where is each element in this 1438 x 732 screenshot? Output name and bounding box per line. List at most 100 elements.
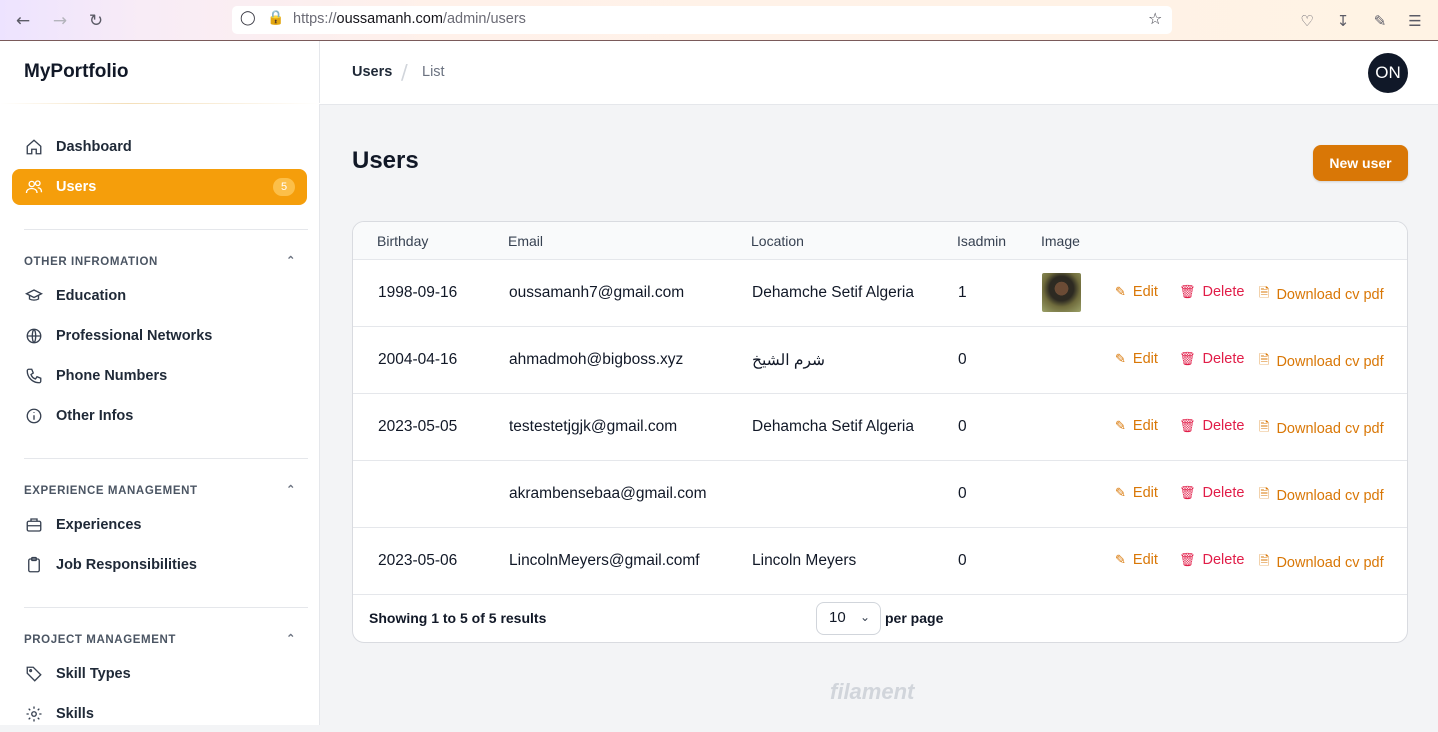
reload-icon[interactable]: ↻: [85, 10, 107, 32]
chevron-up-icon[interactable]: ⌃: [286, 632, 296, 645]
lock-icon[interactable]: 🔒: [267, 10, 284, 26]
sidebar-item-education[interactable]: Education: [12, 278, 307, 314]
edit-button[interactable]: ✎ Edit: [1115, 552, 1158, 568]
chevron-up-icon[interactable]: ⌃: [286, 483, 296, 496]
delete-button[interactable]: 🗑 Delete: [1179, 284, 1244, 300]
edit-button[interactable]: ✎ Edit: [1115, 284, 1158, 300]
column-header-birthday[interactable]: Birthday: [377, 233, 428, 249]
sidebar-item-dashboard[interactable]: Dashboard: [12, 129, 307, 165]
download-cv-button[interactable]: 🗎 Download cv pdf: [1259, 284, 1384, 306]
action-label: Download cv pdf: [1276, 287, 1384, 303]
chevron-up-icon[interactable]: ⌃: [286, 254, 296, 267]
sidebar-item-skill-types[interactable]: Skill Types: [12, 656, 307, 692]
divider: [24, 607, 308, 608]
download-icon[interactable]: ↧: [1332, 10, 1354, 32]
sidebar-item-label: Dashboard: [56, 139, 132, 155]
breadcrumb-users[interactable]: Users: [352, 64, 392, 80]
document-download-icon: 🗎: [1259, 419, 1270, 434]
cell-location: Dehamcha Setif Algeria: [752, 418, 914, 435]
tag-icon: [24, 664, 44, 684]
edit-button[interactable]: ✎ Edit: [1115, 351, 1158, 367]
pencil-icon: ✎: [1115, 284, 1126, 299]
cell-email: akrambensebaa@gmail.com: [509, 485, 707, 502]
footer-brand: filament: [830, 679, 915, 704]
group-header-project-management[interactable]: PROJECT MANAGEMENT ⌃: [24, 632, 296, 646]
action-label: Delete: [1202, 552, 1245, 568]
sidebar-item-other-infos[interactable]: Other Infos: [12, 398, 307, 434]
cell-birthday: 1998-09-16: [378, 284, 458, 301]
brand-logo[interactable]: MyPortfolio: [24, 61, 129, 83]
cell-birthday: 2023-05-06: [378, 552, 458, 569]
cell-email: testestetjgjk@gmail.com: [509, 418, 678, 435]
cell-email: oussamanh7@gmail.com: [509, 284, 685, 301]
trash-icon: 🗑: [1179, 418, 1196, 433]
table-header: Birthday Email Location Isadmin Image: [353, 222, 1407, 260]
download-cv-button[interactable]: 🗎 Download cv pdf: [1259, 418, 1384, 440]
divider: [24, 229, 308, 230]
delete-button[interactable]: 🗑 Delete: [1179, 485, 1244, 501]
action-label: Edit: [1132, 284, 1158, 300]
delete-button[interactable]: 🗑 Delete: [1179, 351, 1244, 367]
delete-button[interactable]: 🗑 Delete: [1179, 552, 1244, 568]
shield-icon[interactable]: ◯: [240, 10, 256, 26]
action-label: Edit: [1132, 351, 1158, 367]
brand-divider: [0, 103, 320, 104]
sidebar-item-users[interactable]: Users 5: [12, 169, 307, 205]
users-icon: [24, 177, 44, 197]
globe-icon: [24, 326, 44, 346]
home-icon: [24, 137, 44, 157]
cell-location: شرم الشيخ: [752, 352, 825, 369]
table-row[interactable]: 1998-09-16 oussamanh7@gmail.com Dehamche…: [353, 260, 1407, 327]
column-header-location[interactable]: Location: [751, 233, 804, 249]
table-row[interactable]: 2023-05-06 LincolnMeyers@gmail.comf Linc…: [353, 528, 1407, 595]
delete-button[interactable]: 🗑 Delete: [1179, 418, 1244, 434]
table-row[interactable]: 2004-04-16 ahmadmoh@bigboss.xyz شرم الشي…: [353, 327, 1407, 394]
page-title: Users: [352, 147, 419, 174]
sidebar-item-professional-networks[interactable]: Professional Networks: [12, 318, 307, 354]
document-download-icon: 🗎: [1259, 553, 1270, 568]
forward-arrow-icon[interactable]: →: [49, 10, 71, 32]
new-user-button[interactable]: New user: [1313, 145, 1408, 181]
sidebar: MyPortfolio Dashboard Users 5 OTHER INFR…: [0, 41, 320, 725]
sidebar-item-skills[interactable]: Skills: [12, 696, 307, 732]
download-cv-button[interactable]: 🗎 Download cv pdf: [1259, 552, 1384, 574]
cell-isadmin: 1: [958, 284, 967, 301]
address-bar[interactable]: ◯ 🔒 https://oussamanh.com/admin/users ☆: [232, 6, 1172, 34]
group-header-other-information[interactable]: OTHER INFROMATION ⌃: [24, 254, 296, 268]
action-label: Download cv pdf: [1276, 354, 1384, 370]
cell-isadmin: 0: [958, 552, 967, 569]
sidebar-item-label: Users: [56, 179, 97, 195]
table-row[interactable]: 2023-05-05 testestetjgjk@gmail.com Deham…: [353, 394, 1407, 461]
edit-button[interactable]: ✎ Edit: [1115, 418, 1158, 434]
extensions-icon[interactable]: ✎: [1369, 10, 1391, 32]
action-label: Download cv pdf: [1276, 555, 1384, 571]
sidebar-item-label: Skill Types: [56, 666, 131, 682]
url-text[interactable]: https://oussamanh.com/admin/users: [293, 11, 526, 27]
per-page-select[interactable]: 10 ⌄: [816, 602, 881, 635]
cell-location: Dehamche Setif Algeria: [752, 284, 914, 301]
pocket-icon[interactable]: ♡: [1296, 10, 1318, 32]
group-header-experience-management[interactable]: EXPERIENCE MANAGEMENT ⌃: [24, 483, 296, 497]
download-cv-button[interactable]: 🗎 Download cv pdf: [1259, 351, 1384, 373]
avatar[interactable]: ON: [1368, 53, 1408, 93]
menu-icon[interactable]: ☰: [1404, 10, 1426, 32]
download-cv-button[interactable]: 🗎 Download cv pdf: [1259, 485, 1384, 507]
sidebar-item-experiences[interactable]: Experiences: [12, 507, 307, 543]
column-header-isadmin[interactable]: Isadmin: [957, 233, 1006, 249]
url-path: /admin/users: [442, 11, 526, 27]
breadcrumb-list[interactable]: List: [422, 64, 445, 80]
sidebar-item-phone-numbers[interactable]: Phone Numbers: [12, 358, 307, 394]
star-icon[interactable]: ☆: [1148, 9, 1162, 28]
sidebar-item-label: Skills: [56, 706, 94, 722]
clipboard-icon: [24, 555, 44, 575]
sidebar-item-job-responsibilities[interactable]: Job Responsibilities: [12, 547, 307, 583]
column-header-email[interactable]: Email: [508, 233, 543, 249]
action-label: Download cv pdf: [1276, 488, 1384, 504]
table-row[interactable]: akrambensebaa@gmail.com 0 ✎ Edit 🗑 Delete …: [353, 461, 1407, 528]
trash-icon: 🗑: [1179, 552, 1196, 567]
back-arrow-icon[interactable]: ←: [12, 10, 34, 32]
column-header-image: Image: [1041, 233, 1080, 249]
cell-email: ahmadmoh@bigboss.xyz: [509, 351, 684, 368]
edit-button[interactable]: ✎ Edit: [1115, 485, 1158, 501]
graduation-cap-icon: [24, 286, 44, 306]
